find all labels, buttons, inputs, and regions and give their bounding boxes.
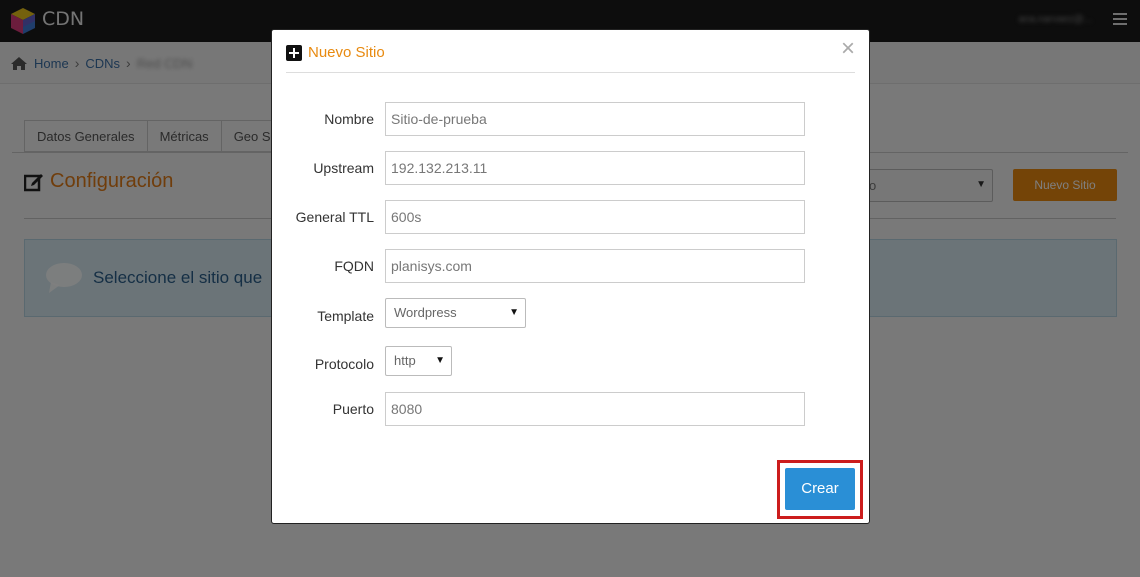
ttl-field[interactable]: 600s bbox=[385, 200, 805, 234]
fqdn-row: FQDN planisys.com bbox=[272, 249, 871, 283]
protocolo-label: Protocolo bbox=[314, 356, 374, 372]
ttl-label: General TTL bbox=[295, 209, 374, 225]
template-select-value: Wordpress bbox=[394, 305, 457, 320]
puerto-field[interactable]: 8080 bbox=[385, 392, 805, 426]
new-site-dialog: Nuevo Sitio × Nombre Sitio-de-prueba Ups… bbox=[271, 29, 870, 524]
protocolo-select-value: http bbox=[394, 353, 416, 368]
dialog-title: Nuevo Sitio bbox=[308, 44, 385, 61]
plus-square-icon bbox=[286, 44, 302, 61]
nombre-label: Nombre bbox=[324, 111, 374, 127]
nombre-field[interactable]: Sitio-de-prueba bbox=[385, 102, 805, 136]
nombre-row: Nombre Sitio-de-prueba bbox=[272, 102, 871, 136]
fqdn-field[interactable]: planisys.com bbox=[385, 249, 805, 283]
dropdown-arrow-icon: ▼ bbox=[509, 307, 519, 318]
template-row: Template Wordpress ▼ bbox=[272, 298, 871, 332]
dropdown-arrow-icon: ▼ bbox=[435, 355, 445, 366]
template-select[interactable]: Wordpress ▼ bbox=[385, 298, 526, 328]
dialog-header-divider bbox=[286, 72, 855, 73]
protocolo-row: Protocolo http ▼ bbox=[272, 346, 871, 380]
close-icon[interactable]: × bbox=[841, 36, 855, 62]
puerto-label: Puerto bbox=[332, 401, 374, 417]
protocolo-select[interactable]: http ▼ bbox=[385, 346, 452, 376]
upstream-label: Upstream bbox=[313, 160, 374, 176]
template-label: Template bbox=[317, 308, 374, 324]
ttl-row: General TTL 600s bbox=[272, 200, 871, 234]
upstream-row: Upstream 192.132.213.11 bbox=[272, 151, 871, 185]
fqdn-label: FQDN bbox=[334, 258, 374, 274]
dialog-header: Nuevo Sitio bbox=[286, 44, 385, 61]
upstream-field[interactable]: 192.132.213.11 bbox=[385, 151, 805, 185]
puerto-row: Puerto 8080 bbox=[272, 392, 871, 426]
crear-button[interactable]: Crear bbox=[785, 468, 855, 510]
